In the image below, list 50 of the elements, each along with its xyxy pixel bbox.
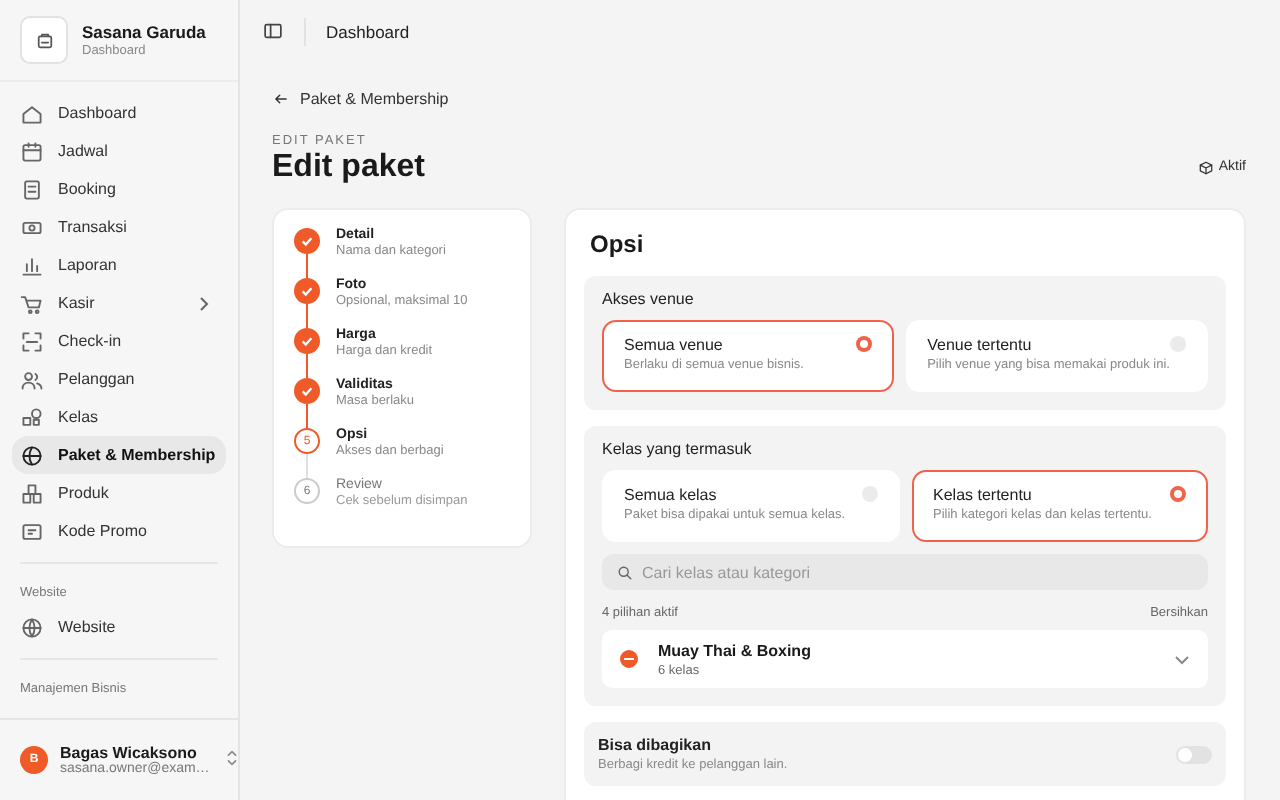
search-field[interactable]: Cari kelas atau kategori — [602, 554, 1208, 590]
calendar-icon — [20, 139, 44, 163]
radio-button[interactable] — [1170, 486, 1186, 502]
option-title: Kelas tertentu — [933, 486, 1034, 504]
user-name: Bagas Wicaksono — [60, 744, 197, 762]
page-title: Edit paket — [272, 150, 425, 186]
sidebar-toggle-icon — [262, 20, 284, 42]
radio-button[interactable] — [855, 336, 872, 352]
option-title: Semua kelas — [624, 486, 719, 504]
section-title: Akses venue — [602, 290, 696, 308]
nav-item[interactable]: Check-in — [12, 322, 226, 360]
brand-name: Sasana Garuda — [82, 22, 206, 42]
partial-checkbox[interactable] — [620, 650, 638, 668]
nav-item[interactable]: Produk — [12, 474, 226, 512]
sidebar-toggle[interactable] — [262, 20, 284, 42]
nav-item[interactable]: Website — [12, 608, 226, 646]
scan-icon — [20, 329, 44, 353]
globe-icon — [20, 443, 44, 467]
toggle-switch[interactable] — [1176, 745, 1212, 763]
clipboard-icon — [20, 177, 44, 201]
bar-chart-icon — [20, 253, 44, 277]
nav-item[interactable]: Laporan — [12, 246, 226, 284]
nav-item[interactable]: Kelas — [12, 398, 226, 436]
category-name: Muay Thai & Boxing — [658, 641, 811, 659]
breadcrumb[interactable]: Dashboard — [326, 21, 410, 41]
nav-item[interactable]: Transaksi — [12, 208, 226, 246]
chevron-icon[interactable] — [1174, 653, 1190, 665]
cart-icon — [20, 291, 44, 315]
panel-title: Opsi — [590, 230, 646, 258]
nav-item[interactable]: Jadwal — [12, 132, 226, 170]
nav-item[interactable]: Booking — [12, 170, 226, 208]
package-icon — [1198, 159, 1215, 175]
back-link[interactable]: Paket & Membership — [272, 90, 449, 108]
setting-title: Bisa dibagikan — [598, 736, 713, 754]
option-title: Semua venue — [624, 336, 725, 354]
globe-icon — [20, 615, 44, 639]
house-icon — [20, 101, 44, 125]
boxes-icon — [20, 481, 44, 505]
nav-item[interactable]: Kode Promo — [12, 512, 226, 550]
nav-item[interactable]: Paket & Membership — [12, 436, 226, 474]
nav-item[interactable]: Dashboard — [12, 94, 226, 132]
search-icon — [616, 564, 634, 582]
nav-item[interactable]: Pelanggan — [12, 360, 226, 398]
arrow-left-icon — [272, 90, 290, 108]
nav-item[interactable]: Kasir — [12, 284, 226, 322]
tag-icon — [20, 519, 44, 543]
option-title: Venue tertentu — [927, 336, 1034, 354]
shapes-icon — [20, 405, 44, 429]
users-icon — [20, 367, 44, 391]
section-title: Kelas yang termasuk — [602, 440, 754, 458]
